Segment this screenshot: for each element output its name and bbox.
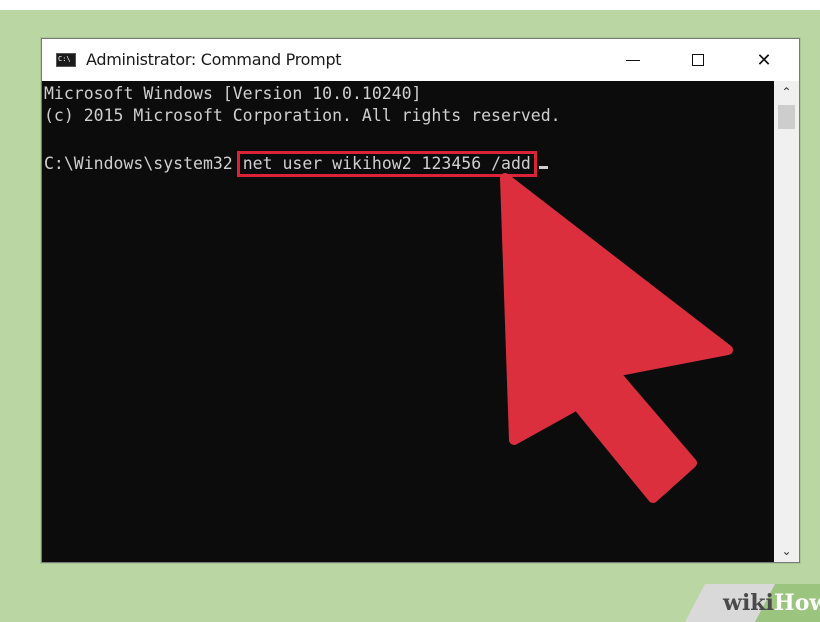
cmd-app-icon: C:\: [56, 53, 76, 67]
console-output[interactable]: Microsoft Windows [Version 10.0.10240] (…: [42, 81, 774, 562]
console-command-line: C:\Windows\system32 net user wikihow2 123…: [44, 151, 548, 177]
minimize-icon: [626, 59, 640, 61]
maximize-icon: [692, 54, 704, 66]
chevron-up-icon: ⌃: [781, 85, 792, 99]
console-line-version: Microsoft Windows [Version 10.0.10240]: [44, 84, 422, 103]
title-bar[interactable]: C:\ Administrator: Command Prompt ✕: [42, 39, 799, 81]
maximize-button[interactable]: [673, 39, 723, 81]
wikihow-watermark: wikiHow: [685, 584, 820, 622]
close-button[interactable]: ✕: [739, 39, 789, 81]
console-command: net user wikihow2 123456 /add: [242, 154, 531, 173]
console-prompt: C:\Windows\system32: [44, 154, 233, 173]
wikihow-logo: wikiHow: [723, 590, 820, 616]
wikihow-logo-how: How: [773, 590, 820, 616]
console-line-copyright: (c) 2015 Microsoft Corporation. All righ…: [44, 106, 561, 125]
vertical-scrollbar[interactable]: ⌃ ⌄: [774, 81, 799, 562]
command-prompt-window: C:\ Administrator: Command Prompt ✕ Micr…: [41, 38, 800, 563]
window-title: Administrator: Command Prompt: [86, 50, 342, 69]
chevron-down-icon: ⌄: [781, 544, 792, 558]
cmd-app-icon-text: C:\: [58, 55, 71, 63]
scroll-thumb[interactable]: [778, 105, 795, 129]
wikihow-logo-wiki: wiki: [723, 590, 774, 616]
command-highlight: net user wikihow2 123456 /add: [236, 151, 537, 177]
scroll-down-button[interactable]: ⌄: [774, 540, 799, 562]
close-icon: ✕: [756, 49, 772, 70]
text-cursor: [538, 166, 548, 169]
scroll-up-button[interactable]: ⌃: [774, 81, 799, 103]
minimize-button[interactable]: [608, 39, 658, 81]
